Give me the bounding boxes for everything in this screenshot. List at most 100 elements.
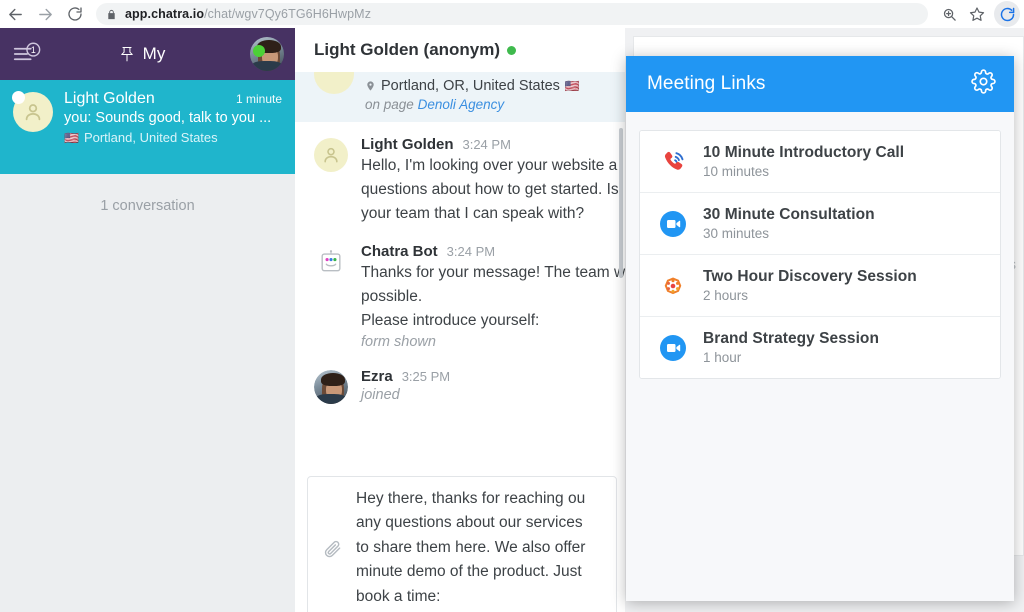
meeting-link-item[interactable]: Two Hour Discovery Session 2 hours <box>640 255 1000 317</box>
left-sidebar: 1 My Light Golden 1 minute you: Sounds g… <box>0 28 295 612</box>
avatar-hair <box>321 373 345 386</box>
composer-line: any questions about our services <box>356 514 583 532</box>
message-avatar <box>314 138 348 172</box>
settings-button[interactable] <box>971 69 996 99</box>
conversation-preview: you: Sounds good, talk to you ... <box>64 110 272 126</box>
conversation-body: Light Golden 1 minute you: Sounds good, … <box>64 90 282 162</box>
conversation-name: Light Golden <box>64 90 155 107</box>
back-button[interactable] <box>0 0 30 28</box>
meeting-link-text: 30 Minute Consultation 30 minutes <box>703 206 875 241</box>
chat-header: Light Golden (anonym) <box>295 28 625 72</box>
forward-button[interactable] <box>30 0 60 28</box>
phone-call-icon <box>658 147 688 177</box>
conversation-list-item[interactable]: Light Golden 1 minute you: Sounds good, … <box>0 80 295 174</box>
visitor-summary-card: Portland, OR, United States 🇺🇸 on page D… <box>295 72 625 122</box>
conversation-location: 🇺🇸 Portland, United States <box>64 130 282 145</box>
message-meta: form shown <box>361 334 436 350</box>
panel-header: Meeting Links <box>626 56 1014 112</box>
reload-icon <box>68 7 82 21</box>
address-bar[interactable]: app.chatra.io/chat/wgv7Qy6TG6H6HwpMz <box>96 3 928 25</box>
message-author: Chatra Bot <box>361 243 438 260</box>
sidebar-title-group[interactable]: My <box>46 44 239 64</box>
message-list: Light Golden 3:24 PM Hello, I'm looking … <box>295 122 625 462</box>
meeting-link-title: 30 Minute Consultation <box>703 206 875 223</box>
bookmark-button[interactable] <box>964 1 990 27</box>
composer-text[interactable]: Hey there, thanks for reaching ou any qu… <box>356 487 585 609</box>
visitor-card-lines: Portland, OR, United States 🇺🇸 on page D… <box>365 76 580 112</box>
sidebar-title: My <box>142 44 166 63</box>
meeting-link-item[interactable]: Brand Strategy Session 1 hour <box>640 317 1000 378</box>
us-flag-icon: 🇺🇸 <box>564 79 580 93</box>
meeting-link-title: 10 Minute Introductory Call <box>703 144 905 161</box>
message-line: questions about how to get started. Is <box>361 181 619 198</box>
meeting-link-duration: 10 minutes <box>703 164 770 179</box>
bot-avatar-icon <box>321 250 341 272</box>
sidebar-header: 1 My <box>0 28 295 80</box>
chat-column: Light Golden (anonym) Portland, OR, Unit… <box>295 28 625 612</box>
hamburger-badge-icon: 1 <box>13 42 41 61</box>
zoom-video-icon <box>658 209 688 239</box>
message-time: 3:25 PM <box>401 369 451 384</box>
visitor-avatar-icon <box>25 104 41 121</box>
conversation-count: 1 conversation <box>100 198 195 214</box>
visitor-online-dot <box>507 45 517 55</box>
message-line: Please introduce yourself: <box>361 312 540 329</box>
gotomeeting-flower-glyph <box>664 277 682 294</box>
browser-toolbar: app.chatra.io/chat/wgv7Qy6TG6H6HwpMz <box>0 0 1024 28</box>
app-root: app.chatra.io/chat/wgv7Qy6TG6H6HwpMz s T… <box>0 0 1024 612</box>
meeting-link-item[interactable]: 10 Minute Introductory Call 10 minutes <box>640 131 1000 193</box>
url-text: app.chatra.io/chat/wgv7Qy6TG6H6HwpMz <box>125 7 371 21</box>
message-line: your team that I can speak with? <box>361 205 585 222</box>
url-host: app.chatra.io <box>125 7 205 21</box>
meeting-link-text: Two Hour Discovery Session 2 hours <box>703 268 917 303</box>
conversation-location-text: Portland, United States <box>83 130 218 145</box>
composer-line: minute demo of the product. Just <box>356 563 582 581</box>
profile-button[interactable] <box>994 1 1020 27</box>
message-author: Ezra <box>361 368 393 385</box>
meeting-link-title: Brand Strategy Session <box>703 330 879 347</box>
phone-call-glyph <box>664 151 684 170</box>
message-line: possible. <box>361 288 423 305</box>
meeting-link-duration: 2 hours <box>703 288 749 303</box>
reload-button[interactable] <box>60 0 90 28</box>
meeting-link-duration: 1 hour <box>703 350 742 365</box>
meeting-link-title: Two Hour Discovery Session <box>703 268 917 285</box>
visitor-location-text: Portland, OR, United States <box>381 78 560 94</box>
message-line: Hello, I'm looking over your website a <box>361 157 618 174</box>
composer-line: Hey there, thanks for reaching ou <box>356 489 586 507</box>
meeting-links-list: 10 Minute Introductory Call 10 minutes 3… <box>639 130 1001 379</box>
zoom-video-glyph <box>660 210 686 237</box>
message-meta: joined <box>361 387 400 403</box>
message-avatar <box>314 370 348 404</box>
message-item: Light Golden 3:24 PM Hello, I'm looking … <box>295 136 625 225</box>
panel-title: Meeting Links <box>647 73 766 94</box>
url-path: /chat/wgv7Qy6TG6H6HwpMz <box>204 7 372 21</box>
toolbar-actions <box>936 1 1024 27</box>
zoom-in-button[interactable] <box>936 1 962 27</box>
attach-button[interactable] <box>308 539 356 558</box>
us-flag-icon: 🇺🇸 <box>64 130 79 145</box>
visitor-avatar <box>12 91 53 132</box>
gear-icon <box>971 69 996 94</box>
meeting-link-item[interactable]: 30 Minute Consultation 30 minutes <box>640 193 1000 255</box>
message-body: Chatra Bot 3:24 PM Thanks for your messa… <box>361 243 625 350</box>
message-body: Light Golden 3:24 PM Hello, I'm looking … <box>361 136 619 225</box>
message-composer[interactable]: Hey there, thanks for reaching ou any qu… <box>307 476 617 612</box>
zoom-in-icon <box>943 8 956 21</box>
pin-icon <box>120 46 133 61</box>
zoom-video-glyph <box>660 334 686 361</box>
message-body: Ezra 3:25 PM joined <box>361 368 611 404</box>
forward-arrow-icon <box>38 8 52 20</box>
message-author: Light Golden <box>361 136 454 153</box>
agent-avatar-button[interactable] <box>239 37 295 71</box>
chat-scrollbar[interactable] <box>619 128 623 278</box>
unread-dot <box>12 91 25 104</box>
message-time: 3:24 PM <box>446 244 496 259</box>
on-page-link[interactable]: Denoli Agency <box>418 97 505 112</box>
message-item: Chatra Bot 3:24 PM Thanks for your messa… <box>295 243 625 350</box>
conversation-time: 1 minute <box>235 92 282 106</box>
paperclip-icon <box>324 540 340 557</box>
location-pin-icon <box>367 81 374 91</box>
visitor-location-row: Portland, OR, United States 🇺🇸 <box>365 78 580 94</box>
meeting-link-text: Brand Strategy Session 1 hour <box>703 330 879 365</box>
